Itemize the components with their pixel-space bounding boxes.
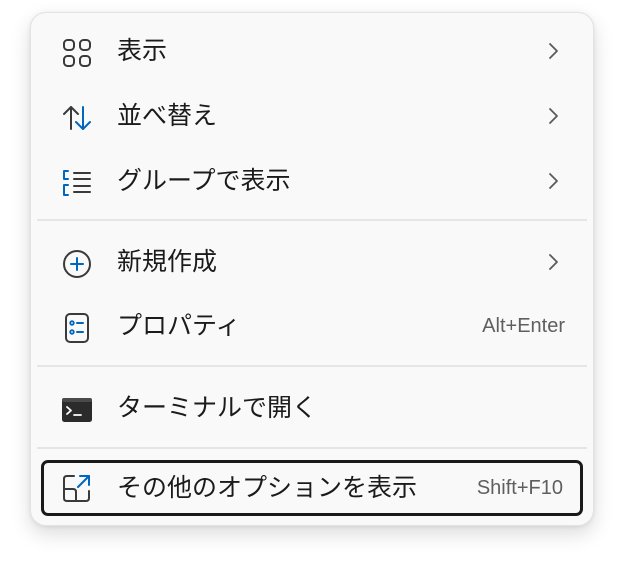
menu-item-label: ターミナルで開く — [117, 393, 318, 422]
shortcut-text: Alt+Enter — [482, 315, 565, 337]
properties-icon — [61, 312, 93, 344]
menu-item-label: 並べ替え — [117, 101, 218, 130]
menu-item-label: グループで表示 — [117, 166, 291, 195]
menu-divider — [37, 447, 587, 449]
menu-item-sort[interactable]: 並べ替え — [31, 86, 595, 146]
terminal-icon — [61, 394, 93, 426]
chevron-right-icon — [543, 106, 563, 126]
menu-item-label: その他のオプションを表示 — [117, 473, 418, 502]
sort-icon — [61, 102, 93, 134]
open-external-icon — [61, 472, 93, 504]
chevron-right-icon — [543, 252, 563, 272]
chevron-right-icon — [543, 171, 563, 191]
menu-item-properties[interactable]: プロパティ Alt+Enter — [31, 296, 595, 356]
menu-item-show-more-options[interactable]: その他のオプションを表示 Shift+F10 — [41, 460, 583, 516]
menu-item-label: 表示 — [117, 36, 168, 65]
menu-item-label: プロパティ — [117, 311, 241, 340]
group-list-icon — [61, 167, 93, 199]
menu-item-open-terminal[interactable]: ターミナルで開く — [31, 378, 595, 438]
context-menu: 表示 並べ替え グループで表示 新規作成 プロパティ Alt+Enter ターミ… — [30, 12, 594, 526]
shortcut-text: Shift+F10 — [476, 477, 563, 499]
menu-item-group-by[interactable]: グループで表示 — [31, 151, 595, 211]
menu-divider — [37, 219, 587, 221]
menu-item-new[interactable]: 新規作成 — [31, 232, 595, 292]
grid-icon — [61, 37, 93, 69]
menu-item-view[interactable]: 表示 — [31, 21, 595, 81]
chevron-right-icon — [543, 41, 563, 61]
menu-item-label: 新規作成 — [117, 247, 218, 276]
add-circle-icon — [61, 248, 93, 280]
menu-divider — [37, 365, 587, 367]
